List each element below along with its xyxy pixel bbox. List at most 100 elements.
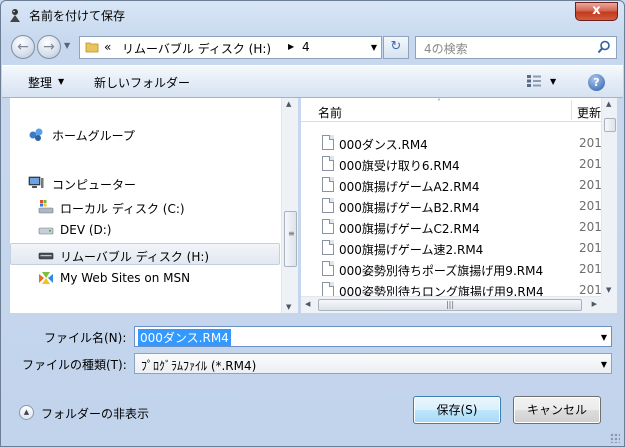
hide-folders-label[interactable]: フォルダーの非表示 [41, 405, 149, 422]
column-header-row: 名前 ˄ 更新 [301, 98, 601, 122]
refresh-button[interactable]: ↻ [383, 36, 409, 59]
address-overflow-chevron[interactable]: « [104, 40, 111, 54]
scroll-down-icon[interactable]: ▼ [606, 286, 611, 294]
back-button[interactable]: ← [11, 35, 35, 59]
resize-grip-icon[interactable] [610, 433, 620, 443]
cancel-button[interactable]: キャンセル [513, 396, 601, 424]
window-title: 名前を付けて保存 [29, 9, 126, 23]
nav-label-homegroup: ホームグループ [52, 129, 135, 143]
file-name: 000ダンス.RM4 [339, 138, 428, 152]
search-icon[interactable] [597, 40, 611, 54]
help-button[interactable]: ? [588, 74, 605, 91]
drive-icon [38, 227, 54, 235]
new-folder-button[interactable]: 新しいフォルダー [94, 74, 190, 91]
file-name: 000旗揚げゲームC2.RM4 [339, 222, 480, 236]
filetype-dropdown-icon[interactable]: ▼ [601, 360, 607, 369]
file-date: 2016 [579, 199, 601, 213]
refresh-icon: ↻ [390, 39, 402, 54]
local-disk-icon [38, 200, 54, 214]
app-icon [10, 9, 20, 22]
scroll-left-icon[interactable]: ◀ [305, 300, 310, 308]
file-date: 2016 [579, 178, 601, 192]
column-header-name[interactable]: 名前 [318, 104, 342, 121]
grip-icon: ≡ [288, 229, 295, 238]
save-button[interactable]: 保存(S) [413, 396, 501, 424]
organize-dropdown-icon[interactable]: ▼ [58, 77, 64, 86]
scrollbar-thumb[interactable] [604, 118, 616, 132]
organize-button[interactable]: 整理 [28, 74, 52, 91]
view-dropdown-icon[interactable]: ▼ [550, 77, 556, 86]
nav-label-computer: コンピューター [52, 178, 137, 192]
recent-locations-dropdown[interactable]: ▼ [64, 41, 70, 50]
computer-icon [28, 176, 44, 188]
scroll-up-icon[interactable]: ▲ [606, 100, 611, 108]
file-name: 000旗受け取り6.RM4 [339, 159, 460, 173]
nav-item-local-disk-c[interactable]: ローカル ディスク (C:) [10, 196, 280, 218]
file-name: 000旗揚げゲームA2.RM4 [339, 180, 480, 194]
homegroup-icon [29, 128, 43, 141]
scroll-down-icon[interactable]: ▼ [286, 303, 291, 311]
close-button[interactable]: x [575, 2, 618, 21]
file-icon [322, 156, 334, 171]
sort-ascending-icon: ˄ [437, 98, 441, 107]
address-dropdown-icon[interactable]: ▼ [371, 43, 377, 52]
navigation-pane: ホームグループ コンピューター ローカル ディスク (C:) DEV (D:) … [10, 98, 298, 313]
nav-item-my-web-sites-msn[interactable]: My Web Sites on MSN [10, 267, 280, 289]
filetype-label: ファイルの種類(T): [22, 358, 127, 372]
nav-item-homegroup[interactable]: ホームグループ [10, 123, 280, 145]
file-row[interactable]: 000ダンス.RM4 2016 [301, 133, 601, 154]
title-bar: 名前を付けて保存 x [1, 1, 624, 29]
filename-label: ファイル名(N): [44, 331, 127, 345]
file-row[interactable]: 000旗揚げゲームC2.RM4 2016 [301, 217, 601, 238]
column-header-date[interactable]: 更新 [577, 104, 601, 121]
file-date: 2016 [579, 136, 601, 150]
file-icon [322, 198, 334, 213]
scrollbar-thumb[interactable]: ≡ [284, 211, 297, 267]
filetype-value: ﾌﾟﾛｸﾞﾗﾑﾌｧｲﾙ (*.RM4) [141, 359, 257, 373]
file-list-vertical-scrollbar[interactable]: ▲ ▼ [601, 98, 617, 296]
file-list-horizontal-scrollbar[interactable]: ◀ ||| ▶ [301, 296, 601, 313]
nav-item-computer[interactable]: コンピューター [10, 172, 280, 194]
file-icon [322, 219, 334, 234]
file-row[interactable]: 000旗揚げゲーム速2.RM4 2016 [301, 238, 601, 259]
search-input[interactable]: 4の検索 [415, 36, 617, 59]
column-divider[interactable] [571, 100, 572, 120]
nav-label-local-disk-c: ローカル ディスク (C:) [60, 202, 185, 216]
address-bar[interactable]: « リムーバブル ディスク (H:) ▶ 4 ▼ [79, 36, 382, 59]
forward-arrow-icon: → [43, 39, 55, 55]
file-date: 2016 [579, 283, 601, 297]
filetype-select[interactable]: ﾌﾟﾛｸﾞﾗﾑﾌｧｲﾙ (*.RM4) ▼ [134, 353, 612, 374]
file-row[interactable]: 000旗受け取り6.RM4 2016 [301, 154, 601, 175]
breadcrumb-removable-disk[interactable]: リムーバブル ディスク (H:) [122, 40, 271, 57]
file-row[interactable]: 000旗揚げゲームB2.RM4 2016 [301, 196, 601, 217]
file-row[interactable]: 000旗揚げゲームA2.RM4 2016 [301, 175, 601, 196]
file-date: 2016 [579, 262, 601, 276]
forward-button[interactable]: → [37, 35, 61, 59]
nav-label-removable-disk-h: リムーバブル ディスク (H:) [60, 250, 210, 264]
msn-icon [39, 272, 53, 284]
command-bar: 整理 ▼ 新しいフォルダー ▼ ? [2, 65, 623, 98]
file-date: 2016 [579, 241, 601, 255]
scrollbar-corner [601, 296, 617, 313]
change-view-icon[interactable] [526, 74, 542, 88]
file-icon [322, 177, 334, 192]
nav-label-dev-d: DEV (D:) [60, 223, 112, 237]
file-name: 000姿勢別待ちポーズ旗揚げ用9.RM4 [339, 264, 544, 278]
filename-dropdown-icon[interactable]: ▼ [601, 333, 607, 342]
file-row[interactable]: 000姿勢別待ちポーズ旗揚げ用9.RM4 2016 [301, 259, 601, 280]
scrollbar-thumb[interactable]: ||| [318, 299, 582, 311]
breadcrumb-folder-4[interactable]: 4 [302, 40, 310, 54]
scroll-right-icon[interactable]: ▶ [592, 300, 597, 308]
nav-item-removable-disk-h[interactable]: リムーバブル ディスク (H:) [10, 243, 280, 265]
file-name: 000旗揚げゲームB2.RM4 [339, 201, 480, 215]
filename-field[interactable]: 000ダンス.RM4 ▼ [134, 326, 612, 347]
nav-item-dev-d[interactable]: DEV (D:) [10, 219, 280, 241]
collapse-up-icon[interactable]: ▲ [19, 405, 34, 420]
breadcrumb-separator-icon[interactable]: ▶ [288, 42, 294, 51]
filename-value: 000ダンス.RM4 [138, 329, 231, 346]
search-placeholder: 4の検索 [424, 42, 468, 56]
scroll-up-icon[interactable]: ▲ [286, 100, 291, 108]
file-name: 000旗揚げゲーム速2.RM4 [339, 243, 484, 257]
removable-disk-icon [38, 252, 54, 260]
navigation-pane-scrollbar[interactable]: ▲ ≡ ▼ [281, 98, 298, 313]
